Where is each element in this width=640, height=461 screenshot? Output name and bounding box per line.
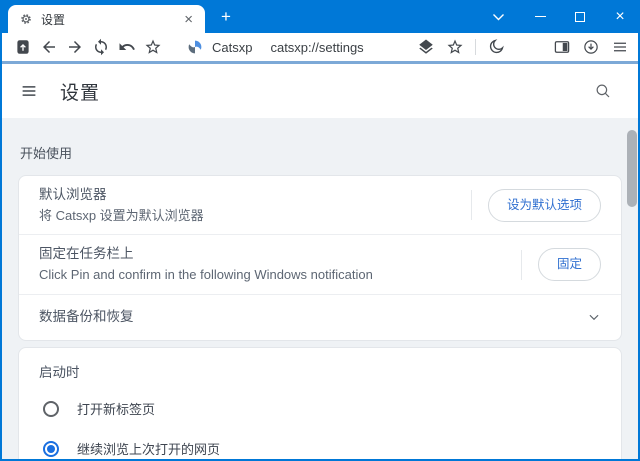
undo-button[interactable] [118, 38, 136, 56]
maximize-icon [575, 11, 585, 22]
brand-label: Catsxp [212, 39, 253, 55]
row-backup-restore-text: 数据备份和恢复 [39, 307, 587, 328]
download-icon [584, 40, 598, 54]
arrow-back-icon [43, 41, 55, 53]
tab-search-button[interactable] [478, 0, 518, 33]
titlebar: 设置 × + × [0, 0, 640, 33]
search-button[interactable] [594, 82, 612, 100]
row-divider [520, 249, 522, 280]
row-divider [470, 190, 472, 221]
radio-new-tab-label: 打开新标签页 [77, 402, 156, 418]
card-startup: 启动时 打开新标签页 继续浏览上次打开的网页 [18, 346, 622, 459]
catsxp-logo-icon[interactable] [186, 38, 204, 56]
settings-header: 设置 [2, 64, 638, 118]
startup-title: 启动时 [39, 364, 80, 380]
toolbar-divider [475, 39, 476, 55]
row-default-browser-text: 默认浏览器 将 Catsxp 设置为默认浏览器 [39, 185, 471, 225]
radio-new-tab[interactable] [43, 400, 59, 417]
toolbar-right [406, 38, 629, 56]
boss-key-icon [17, 40, 29, 54]
star-outline-icon [145, 39, 161, 54]
settings-menu-button[interactable] [20, 82, 38, 100]
pin-taskbar-title: 固定在任务栏上 [39, 246, 134, 262]
radio-continue-selected[interactable] [43, 440, 59, 457]
row-default-browser: 默认浏览器 将 Catsxp 设置为默认浏览器 设为默认选项 [19, 176, 621, 236]
radio-option-continue[interactable]: 继续浏览上次打开的网页 [19, 429, 621, 459]
tab-close-icon[interactable]: × [180, 10, 197, 29]
new-tab-button[interactable]: + [213, 6, 239, 28]
back-button[interactable] [40, 38, 58, 56]
boss-key-button[interactable] [14, 38, 32, 56]
set-default-button[interactable]: 设为默认选项 [487, 188, 601, 222]
favorites-button[interactable] [144, 38, 162, 56]
window-close-button[interactable]: × [600, 0, 640, 33]
page-title: 设置 [60, 82, 101, 104]
settings-gear-icon [21, 14, 31, 24]
tab-title: 设置 [41, 12, 66, 27]
bookmark-page-button[interactable] [446, 38, 464, 56]
layers-button[interactable] [417, 38, 435, 56]
browser-window: 设置 × + × Catsxp catsxp://settings 设置 开始使… [0, 0, 640, 461]
pin-button[interactable]: 固定 [537, 248, 601, 282]
search-icon [596, 84, 610, 98]
row-default-browser-action: 设为默认选项 [470, 188, 601, 222]
hamburger-menu-icon [614, 42, 626, 52]
layers-icon [419, 39, 433, 54]
moon-icon [489, 39, 504, 54]
window-controls: × [520, 0, 640, 33]
chevron-down-icon [589, 315, 599, 321]
default-browser-title: 默认浏览器 [39, 187, 107, 202]
undo-arrow-icon [119, 43, 135, 50]
downloads-button[interactable] [582, 38, 600, 56]
sidebar-toggle-button[interactable] [553, 38, 571, 56]
sidebar-icon [554, 41, 570, 53]
radio-option-new-tab[interactable]: 打开新标签页 [19, 389, 621, 429]
bookmark-star-icon [447, 39, 463, 54]
backup-restore-title: 数据备份和恢复 [39, 308, 134, 324]
default-browser-subtitle: 将 Catsxp 设置为默认浏览器 [39, 207, 204, 223]
pin-taskbar-subtitle: Click Pin and confirm in the following W… [39, 267, 373, 283]
tab-settings[interactable]: 设置 × [8, 5, 205, 33]
toolbar: Catsxp catsxp://settings [2, 33, 638, 61]
row-pin-taskbar-text: 固定在任务栏上 Click Pin and confirm in the fol… [39, 244, 521, 284]
menu-button[interactable] [611, 38, 629, 56]
refresh-button[interactable] [92, 38, 110, 56]
arrow-forward-icon [69, 41, 81, 53]
address-url[interactable]: catsxp://settings [270, 40, 363, 55]
row-pin-taskbar: 固定在任务栏上 Click Pin and confirm in the fol… [19, 235, 621, 295]
row-pin-taskbar-action: 固定 [520, 248, 601, 282]
refresh-sync-icon [95, 38, 107, 56]
card-getting-started: 默认浏览器 将 Catsxp 设置为默认浏览器 设为默认选项 固定在任务栏上 C… [18, 175, 622, 341]
chevron-down-icon [492, 13, 504, 20]
window-body: Catsxp catsxp://settings 设置 开始使用 默认浏览器 将… [2, 33, 638, 459]
dark-mode-button[interactable] [487, 38, 505, 56]
row-backup-restore[interactable]: 数据备份和恢复 [19, 295, 621, 340]
settings-content: 开始使用 默认浏览器 将 Catsxp 设置为默认浏览器 设为默认选项 固定在任… [2, 118, 638, 459]
minimize-button[interactable] [520, 0, 560, 33]
section-label-getting-started: 开始使用 [20, 146, 73, 161]
minimize-icon [534, 16, 546, 17]
maximize-button[interactable] [560, 0, 600, 33]
radio-continue-label: 继续浏览上次打开的网页 [77, 442, 221, 458]
forward-button[interactable] [66, 38, 84, 56]
scrollbar-thumb[interactable] [627, 130, 637, 207]
